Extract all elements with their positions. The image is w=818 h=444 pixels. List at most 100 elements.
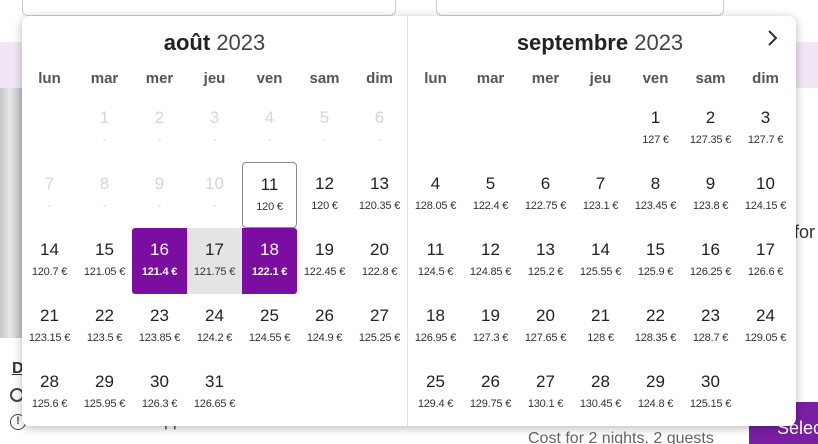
day-cell[interactable]: 30 126.3 €: [132, 360, 187, 426]
day-cell[interactable]: 25 129.4 €: [408, 360, 463, 426]
day-number: 7: [595, 174, 606, 193]
day-cell[interactable]: 14 125.55 €: [573, 228, 628, 294]
day-number: 18: [260, 240, 279, 259]
day-cell[interactable]: 7 123.1 €: [573, 162, 628, 228]
day-cell[interactable]: 16 121.4 €: [132, 228, 187, 294]
day-cell[interactable]: 8 123.45 €: [628, 162, 683, 228]
day-cell[interactable]: 24 129.05 €: [738, 294, 793, 360]
day-cell[interactable]: 22 123.5 €: [77, 294, 132, 360]
day-price: 121.05 €: [83, 266, 126, 278]
day-cell[interactable]: 23 128.7 €: [683, 294, 738, 360]
day-price: -: [212, 134, 217, 146]
day-cell[interactable]: 31 126.65 €: [187, 360, 242, 426]
day-number: 30: [701, 372, 720, 391]
day-number: 1: [99, 108, 110, 127]
day-price: 123.5 €: [86, 332, 123, 344]
day-cell: 4-: [242, 96, 297, 162]
day-price: 123.1 €: [582, 200, 619, 212]
day-cell[interactable]: 20 122.8 €: [352, 228, 407, 294]
day-number: 14: [40, 240, 59, 259]
day-number: 8: [99, 174, 110, 193]
day-number: 5: [485, 174, 496, 193]
day-cell[interactable]: 30 125.15 €: [683, 360, 738, 426]
day-price: 122.75 €: [524, 200, 567, 212]
day-price: -: [157, 200, 162, 212]
day-cell[interactable]: 16 126.25 €: [683, 228, 738, 294]
day-price: 122.45 €: [303, 266, 346, 278]
day-cell[interactable]: 28 125.6 €: [22, 360, 77, 426]
day-cell[interactable]: 13 120.35 €: [352, 162, 407, 228]
day-cell[interactable]: 24 124.2 €: [187, 294, 242, 360]
day-price: 129.75 €: [469, 398, 512, 410]
day-cell[interactable]: 27 130.1 €: [518, 360, 573, 426]
day-number: 31: [205, 372, 224, 391]
day-number: 23: [150, 306, 169, 325]
month-title: septembre 2023: [408, 30, 792, 56]
day-number: 24: [205, 306, 224, 325]
month-name: septembre: [516, 30, 629, 55]
day-cell[interactable]: 2 127.35 €: [683, 96, 738, 162]
day-price: 123.45 €: [634, 200, 677, 212]
day-cell[interactable]: 12 120 €: [297, 162, 352, 228]
day-cell[interactable]: 10 124.15 €: [738, 162, 793, 228]
day-price: 122.8 €: [361, 266, 398, 278]
day-price: -: [212, 200, 217, 212]
day-cell[interactable]: 13 125.2 €: [518, 228, 573, 294]
day-cell[interactable]: 26 129.75 €: [463, 360, 518, 426]
day-cell[interactable]: 15 121.05 €: [77, 228, 132, 294]
day-number: 9: [154, 174, 165, 193]
day-cell[interactable]: 29 125.95 €: [77, 360, 132, 426]
day-cell[interactable]: 1 127 €: [628, 96, 683, 162]
checkout-field[interactable]: [436, 0, 724, 16]
day-cell[interactable]: 18 122.1 €: [242, 228, 297, 294]
day-number: 23: [701, 306, 720, 325]
day-number: 6: [374, 108, 385, 127]
day-cell[interactable]: 6 122.75 €: [518, 162, 573, 228]
day-number: 21: [40, 306, 59, 325]
day-cell[interactable]: 27 125.25 €: [352, 294, 407, 360]
day-price: 121.75 €: [193, 266, 236, 278]
day-cell[interactable]: 26 124.9 €: [297, 294, 352, 360]
day-price: 126.95 €: [414, 332, 457, 344]
day-number: 22: [95, 306, 114, 325]
day-cell[interactable]: 9 123.8 €: [683, 162, 738, 228]
day-price: 128.35 €: [634, 332, 677, 344]
day-number: 20: [536, 306, 555, 325]
day-cell[interactable]: 19 127.3 €: [463, 294, 518, 360]
day-cell[interactable]: 11 120 €: [242, 162, 297, 228]
day-number: 28: [40, 372, 59, 391]
day-number: 15: [95, 240, 114, 259]
day-price: 124.15 €: [744, 200, 787, 212]
day-cell[interactable]: 17 126.6 €: [738, 228, 793, 294]
checkin-field[interactable]: [22, 0, 396, 16]
day-cell[interactable]: 20 127.65 €: [518, 294, 573, 360]
day-cell[interactable]: 23 123.85 €: [132, 294, 187, 360]
day-number: 19: [481, 306, 500, 325]
day-number: 26: [315, 306, 334, 325]
day-cell[interactable]: 19 122.45 €: [297, 228, 352, 294]
day-price: 125.25 €: [358, 332, 401, 344]
day-cell[interactable]: 14 120.7 €: [22, 228, 77, 294]
day-number: 28: [591, 372, 610, 391]
day-cell[interactable]: 15 125.9 €: [628, 228, 683, 294]
day-cell[interactable]: 25 124.55 €: [242, 294, 297, 360]
chevron-right-icon[interactable]: [760, 26, 784, 50]
day-number: 29: [95, 372, 114, 391]
day-cell[interactable]: 21 128 €: [573, 294, 628, 360]
day-cell[interactable]: 12 124.85 €: [463, 228, 518, 294]
day-number: 16: [150, 240, 169, 259]
day-cell[interactable]: 21 123.15 €: [22, 294, 77, 360]
day-cell[interactable]: 5 122.4 €: [463, 162, 518, 228]
day-price: 130.45 €: [579, 398, 622, 410]
day-cell[interactable]: 4 128.05 €: [408, 162, 463, 228]
day-cell[interactable]: 3 127.7 €: [738, 96, 793, 162]
day-cell[interactable]: 28 130.45 €: [573, 360, 628, 426]
day-cell[interactable]: 17 121.75 €: [187, 228, 242, 294]
day-cell[interactable]: 18 126.95 €: [408, 294, 463, 360]
day-price: 127.65 €: [524, 332, 567, 344]
day-cell[interactable]: 11 124.5 €: [408, 228, 463, 294]
day-cell[interactable]: 29 124.8 €: [628, 360, 683, 426]
day-number: 25: [426, 372, 445, 391]
weekday-label: ven: [256, 70, 283, 87]
day-cell[interactable]: 22 128.35 €: [628, 294, 683, 360]
